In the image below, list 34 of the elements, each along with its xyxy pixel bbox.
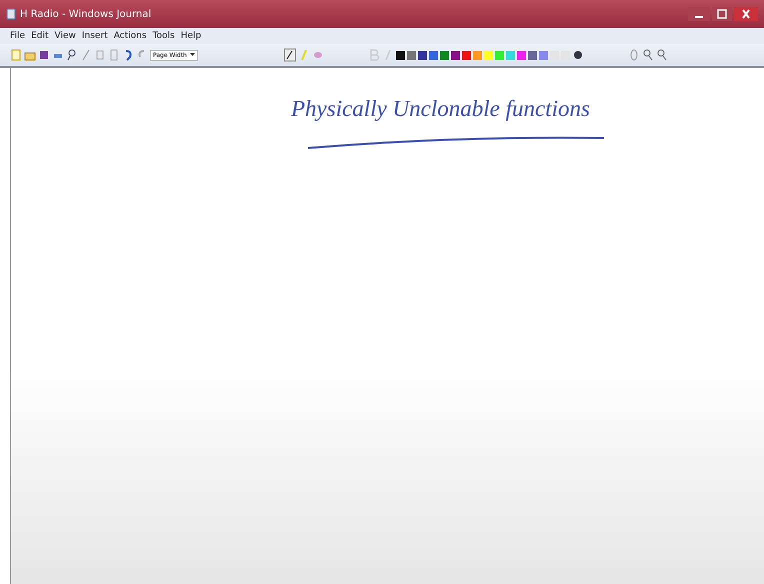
color-swatch[interactable] (418, 50, 427, 60)
menu-item[interactable]: Tools (152, 31, 175, 41)
color-swatch[interactable] (473, 50, 482, 60)
color-swatch[interactable] (539, 50, 548, 60)
color-swatch[interactable] (396, 50, 405, 60)
minimize-button[interactable] (688, 7, 710, 21)
maximize-button[interactable] (712, 7, 732, 21)
color-swatch[interactable] (517, 50, 526, 60)
color-swatch[interactable] (506, 50, 515, 60)
app-icon (6, 8, 16, 20)
menu-item[interactable]: Insert (82, 31, 108, 41)
handwritten-heading: Physically Unclonable functions (291, 96, 590, 122)
color-swatch[interactable] (407, 50, 416, 60)
zoom-in-icon[interactable] (642, 48, 654, 62)
menu-item[interactable]: Actions (114, 31, 147, 41)
caret-icon (190, 53, 195, 57)
search-icon[interactable] (66, 48, 78, 62)
menu-item[interactable]: Help (180, 31, 202, 41)
new-page-icon[interactable] (10, 48, 22, 62)
color-swatch[interactable] (451, 50, 460, 60)
color-swatch[interactable] (440, 50, 449, 60)
window-title: H Radio - Windows Journal (20, 8, 152, 20)
menu-item[interactable]: Edit (31, 31, 48, 41)
color-swatch[interactable] (429, 50, 438, 60)
pen-icon[interactable] (284, 48, 296, 62)
color-swatch[interactable] (528, 50, 537, 60)
menu-item[interactable]: View (54, 31, 76, 41)
zoom-out-icon[interactable] (656, 48, 668, 62)
menu-item[interactable]: File (10, 31, 26, 41)
color-swatch[interactable] (495, 50, 504, 60)
color-swatch[interactable] (484, 50, 493, 60)
save-icon[interactable] (38, 48, 50, 62)
close-button[interactable] (734, 7, 758, 21)
color-swatch[interactable] (462, 50, 471, 60)
